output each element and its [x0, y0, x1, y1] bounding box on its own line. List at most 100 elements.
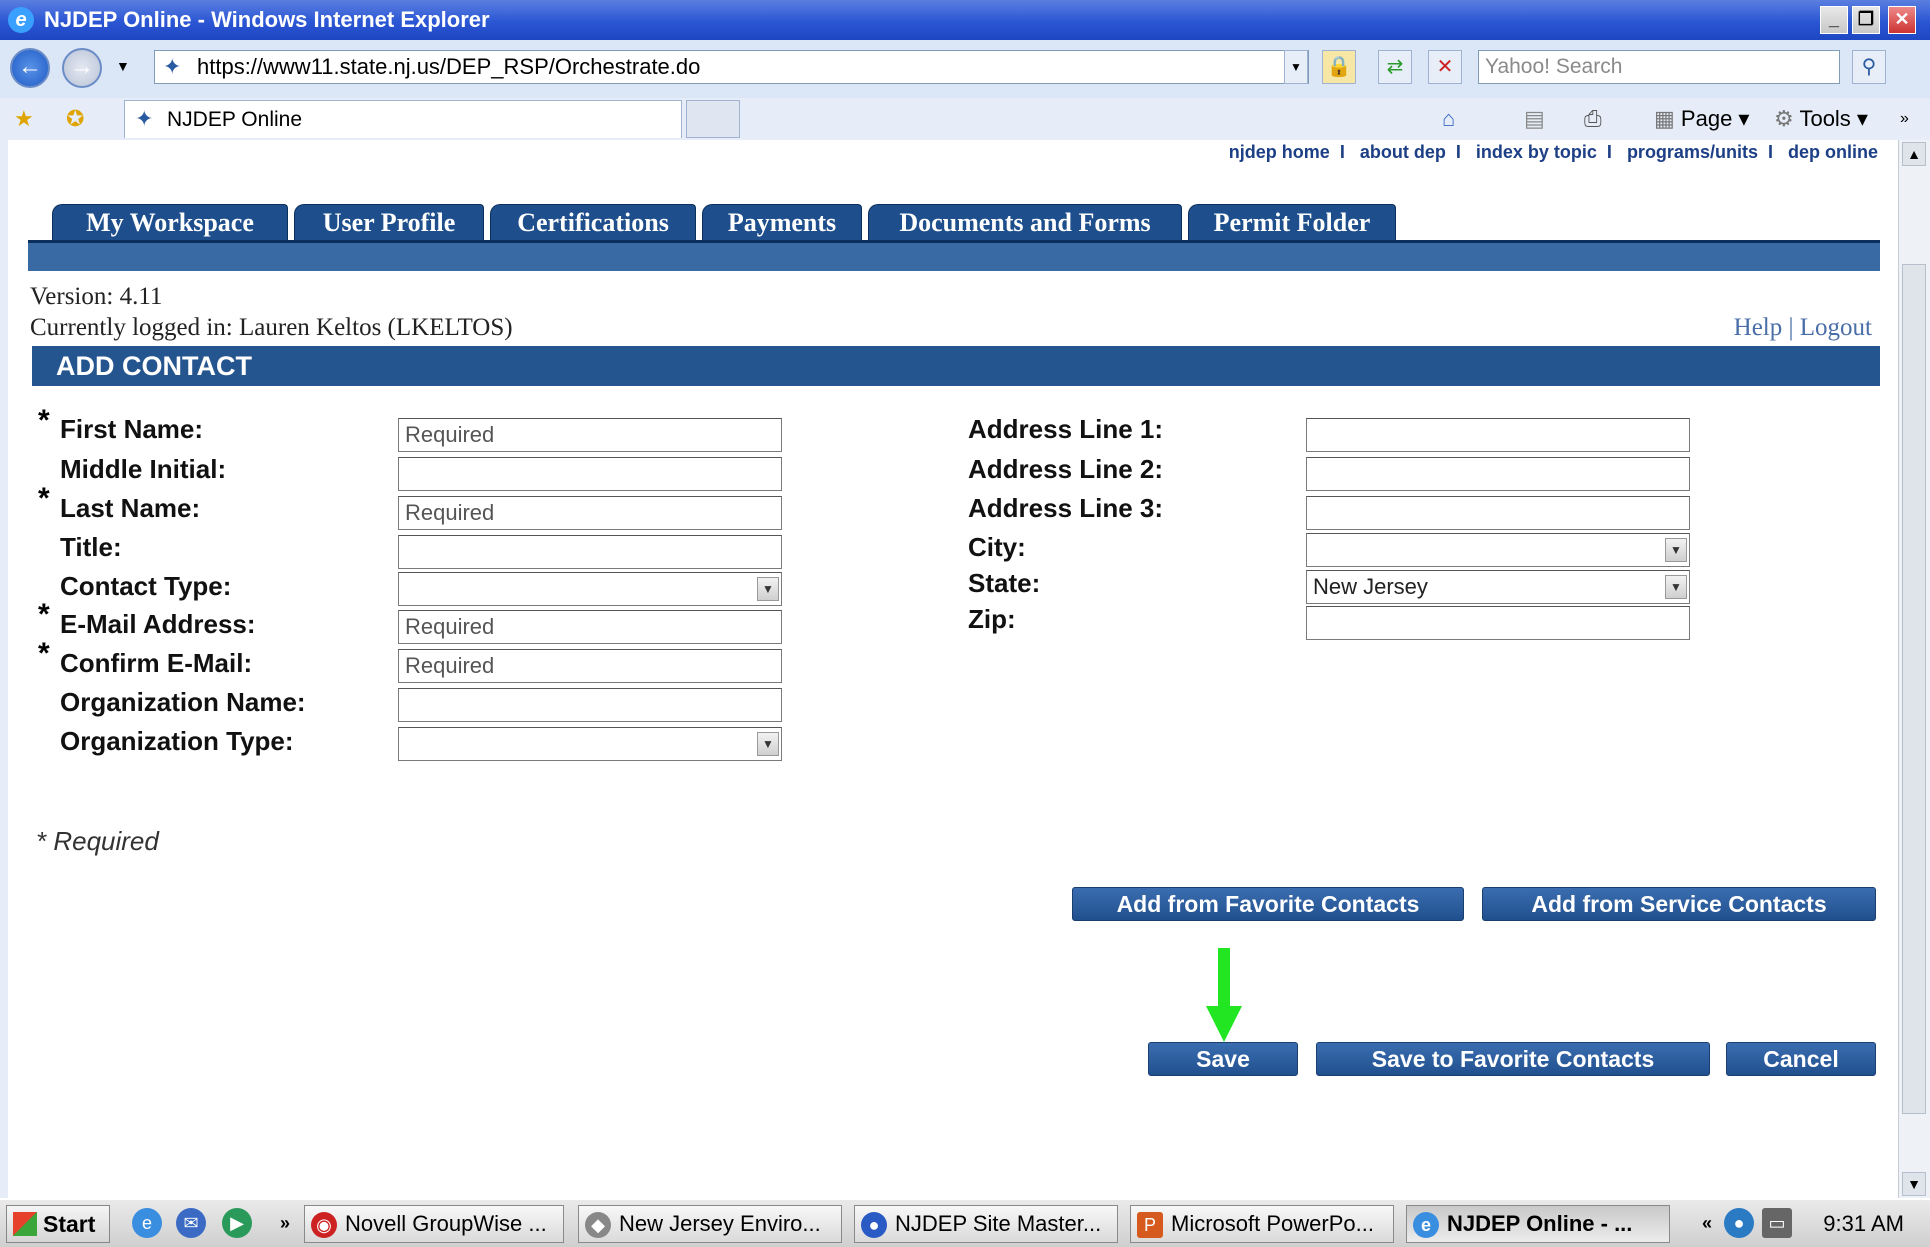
- cancel-button[interactable]: Cancel: [1726, 1042, 1876, 1076]
- zip-field[interactable]: [1306, 606, 1690, 640]
- taskbar-item-powerpoint[interactable]: P Microsoft PowerPo...: [1130, 1205, 1394, 1243]
- first-name-label: First Name:: [60, 414, 204, 444]
- nav-subbar: [28, 243, 1880, 271]
- new-tab-button[interactable]: [686, 100, 740, 138]
- page-icon: ▦: [1654, 106, 1675, 131]
- url-text: https://www11.state.nj.us/DEP_RSP/Orches…: [197, 54, 701, 79]
- feeds-icon[interactable]: ▤: [1524, 104, 1545, 134]
- outlook-quicklaunch-icon[interactable]: ✉: [176, 1208, 206, 1238]
- link-about-dep[interactable]: about dep: [1360, 142, 1446, 162]
- windows-logo-icon: [13, 1212, 37, 1236]
- browser-tab-njdep[interactable]: ✦ NJDEP Online: [124, 100, 682, 138]
- vertical-scrollbar[interactable]: ▲ ▼: [1898, 140, 1930, 1198]
- powerpoint-icon: P: [1137, 1212, 1163, 1238]
- tab-documents-and-forms[interactable]: Documents and Forms: [868, 204, 1182, 240]
- add-favorite-icon[interactable]: ✪: [66, 104, 84, 134]
- add-from-service-contacts-button[interactable]: Add from Service Contacts: [1482, 887, 1876, 921]
- title-field[interactable]: [398, 535, 782, 569]
- organization-type-select[interactable]: ▼: [398, 727, 782, 761]
- window-titlebar: e NJDEP Online - Windows Internet Explor…: [0, 0, 1930, 40]
- close-window-button[interactable]: ✕: [1888, 6, 1916, 34]
- logged-in-text: Currently logged in: Lauren Keltos (LKEL…: [30, 314, 513, 341]
- diamond-icon: ◆: [585, 1212, 611, 1238]
- lock-icon[interactable]: 🔒: [1322, 50, 1356, 84]
- tab-my-workspace[interactable]: My Workspace: [52, 204, 288, 240]
- page-menu[interactable]: ▦ Page ▾: [1654, 104, 1749, 134]
- zip-label: Zip:: [968, 604, 1016, 634]
- link-njdep-home[interactable]: njdep home: [1229, 142, 1330, 162]
- scroll-down-icon[interactable]: ▼: [1902, 1172, 1926, 1196]
- gear-icon: ⚙: [1774, 106, 1794, 131]
- forward-button[interactable]: →: [62, 48, 102, 88]
- required-star: *: [38, 637, 50, 670]
- add-from-favorite-contacts-button[interactable]: Add from Favorite Contacts: [1072, 887, 1464, 921]
- stop-icon[interactable]: ✕: [1428, 50, 1462, 84]
- refresh-icon[interactable]: ⇄: [1378, 50, 1412, 84]
- address-line-3-label: Address Line 3:: [968, 493, 1164, 523]
- tab-permit-folder[interactable]: Permit Folder: [1188, 204, 1396, 240]
- scroll-up-icon[interactable]: ▲: [1902, 142, 1926, 166]
- network-tray-icon[interactable]: ●: [1724, 1208, 1754, 1238]
- address-dropdown-icon[interactable]: ▼: [1284, 50, 1308, 84]
- address-input[interactable]: ✦ https://www11.state.nj.us/DEP_RSP/Orch…: [154, 50, 1309, 84]
- middle-initial-field[interactable]: [398, 457, 782, 491]
- chevron-down-icon[interactable]: ▼: [1665, 538, 1687, 562]
- chevron-down-icon[interactable]: ▼: [757, 732, 779, 756]
- history-dropdown-icon[interactable]: ▼: [116, 58, 130, 74]
- taskbar-item-njdep-online[interactable]: e NJDEP Online - ...: [1406, 1205, 1670, 1243]
- page-content: [0, 140, 1898, 1198]
- logout-link[interactable]: Logout: [1800, 314, 1872, 341]
- first-name-field[interactable]: Required: [398, 418, 782, 452]
- search-input[interactable]: Yahoo! Search: [1478, 50, 1840, 84]
- tab-payments[interactable]: Payments: [702, 204, 862, 240]
- search-go-icon[interactable]: ⚲: [1852, 50, 1886, 84]
- chevron-down-icon[interactable]: ▼: [1665, 575, 1687, 599]
- help-link[interactable]: Help: [1734, 314, 1783, 341]
- link-index-by-topic[interactable]: index by topic: [1476, 142, 1597, 162]
- back-button[interactable]: ←: [10, 48, 50, 88]
- organization-name-field[interactable]: [398, 688, 782, 722]
- chevron-more-icon[interactable]: »: [1900, 104, 1909, 134]
- city-select[interactable]: ▼: [1306, 533, 1690, 567]
- address-line-1-field[interactable]: [1306, 418, 1690, 452]
- contact-type-select[interactable]: ▼: [398, 572, 782, 606]
- version-text: Version: 4.11: [30, 283, 163, 310]
- taskbar-item-nj-enviro[interactable]: ◆ New Jersey Enviro...: [578, 1205, 842, 1243]
- minimize-button[interactable]: _: [1820, 6, 1848, 34]
- chevron-down-icon[interactable]: ▼: [757, 577, 779, 601]
- site-favicon-icon: ✦: [163, 54, 182, 79]
- print-icon[interactable]: ⎙: [1584, 104, 1602, 134]
- taskbar-item-groupwise[interactable]: ◉ Novell GroupWise ...: [304, 1205, 564, 1243]
- save-button[interactable]: Save: [1148, 1042, 1298, 1076]
- middle-initial-label: Middle Initial:: [60, 454, 227, 484]
- tab-user-profile[interactable]: User Profile: [294, 204, 484, 240]
- address-line-1-label: Address Line 1:: [968, 414, 1164, 444]
- ie-quicklaunch-icon[interactable]: e: [132, 1208, 162, 1238]
- start-label: Start: [43, 1211, 96, 1237]
- tools-menu[interactable]: ⚙ Tools ▾: [1774, 104, 1868, 134]
- address-line-3-field[interactable]: [1306, 496, 1690, 530]
- start-button[interactable]: Start: [6, 1205, 110, 1243]
- home-icon[interactable]: ⌂: [1442, 104, 1455, 134]
- address-line-2-field[interactable]: [1306, 457, 1690, 491]
- favorites-star-icon[interactable]: ★: [14, 104, 34, 134]
- tray-expand-icon[interactable]: «: [1692, 1208, 1722, 1238]
- section-header: ADD CONTACT: [32, 346, 1880, 386]
- email-field[interactable]: Required: [398, 610, 782, 644]
- last-name-field[interactable]: Required: [398, 496, 782, 530]
- tab-certifications[interactable]: Certifications: [490, 204, 696, 240]
- link-programs-units[interactable]: programs/units: [1627, 142, 1758, 162]
- taskbar-item-site-master[interactable]: ● NJDEP Site Master...: [854, 1205, 1118, 1243]
- link-dep-online[interactable]: dep online: [1788, 142, 1878, 162]
- media-quicklaunch-icon[interactable]: ▶: [222, 1208, 252, 1238]
- organization-name-label: Organization Name:: [60, 687, 306, 717]
- state-label: State:: [968, 568, 1041, 598]
- scroll-thumb[interactable]: [1902, 264, 1926, 1114]
- state-select[interactable]: New Jersey ▼: [1306, 570, 1690, 604]
- save-to-favorite-contacts-button[interactable]: Save to Favorite Contacts: [1316, 1042, 1710, 1076]
- contact-type-label: Contact Type:: [60, 571, 232, 601]
- restore-button[interactable]: ❐: [1852, 6, 1880, 34]
- monitor-tray-icon[interactable]: ▭: [1762, 1208, 1792, 1238]
- confirm-email-field[interactable]: Required: [398, 649, 782, 683]
- quicklaunch-more-icon[interactable]: »: [270, 1208, 300, 1238]
